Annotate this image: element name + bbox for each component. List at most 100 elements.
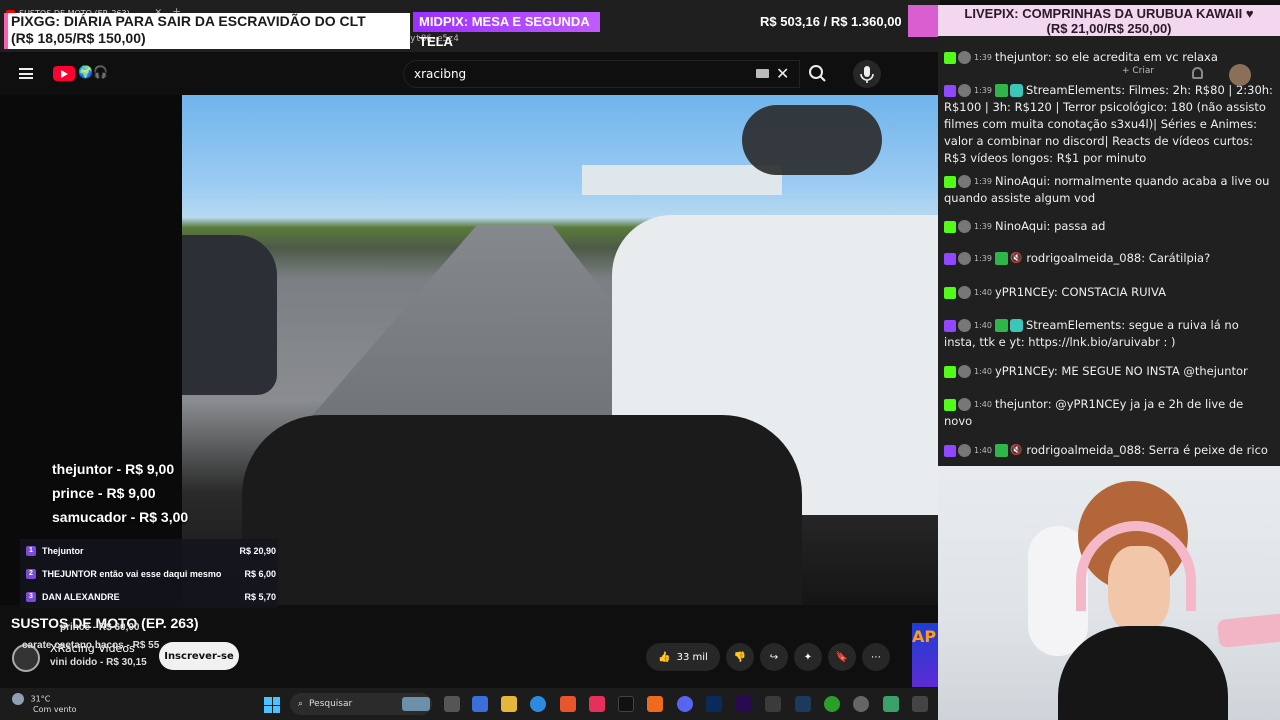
save-button[interactable]: 🔖 — [828, 643, 856, 671]
rank-value: R$ 20,90 — [239, 545, 276, 556]
app-icon[interactable] — [589, 696, 605, 712]
discord-icon[interactable] — [677, 696, 693, 712]
ranking-row: 3 DAN ALEXANDRE R$ 5,70 — [20, 585, 278, 608]
share-button[interactable]: ↪ — [760, 643, 788, 671]
chat-text: CONSTACIA RUIVA — [1061, 285, 1166, 299]
donor-line: prince - R$ 9,00 — [52, 485, 156, 501]
clear-search-icon[interactable]: ✕ — [776, 64, 789, 83]
chat-message: 1:40 thejuntor: @yPR1NCEy ja ja e 2h de l… — [944, 397, 1244, 428]
chat-username[interactable]: thejuntor — [995, 50, 1048, 64]
taskbar-search-icon: ⌕ — [298, 699, 304, 709]
rank-name: THEJUNTOR então vai esse daqui mesmo — [42, 568, 222, 579]
chat-text: ME SEGUE NO INSTA @thejuntor — [1061, 364, 1248, 378]
logo-emoji-icon: 🌍🎧 — [78, 65, 108, 79]
voice-search-button[interactable] — [853, 60, 881, 88]
premiere-icon[interactable] — [736, 696, 752, 712]
moderator-badge-icon — [994, 84, 1008, 97]
create-button[interactable]: + Criar — [1122, 66, 1154, 76]
chat-username[interactable]: yPR1NCEy — [995, 364, 1054, 378]
twitch-platform-icon — [944, 252, 956, 265]
search-button[interactable] — [800, 60, 836, 88]
keyboard-icon[interactable] — [756, 69, 769, 78]
video-actions: 👍 33 mil 👎 ↪ ✦ 🔖 ⋯ — [646, 643, 890, 671]
video-frame[interactable] — [182, 95, 938, 605]
user-avatar-icon — [958, 286, 971, 299]
app-dark-icon[interactable] — [912, 696, 928, 712]
like-button[interactable]: 👍 33 mil — [646, 643, 720, 671]
store-icon[interactable] — [472, 696, 488, 712]
rank-value: R$ 5,70 — [244, 591, 276, 602]
dislike-button[interactable]: 👎 — [726, 643, 754, 671]
task-view-icon[interactable] — [444, 696, 460, 712]
user-avatar-icon — [958, 365, 971, 378]
chat-text: so ele acredita em vc relaxa — [1055, 50, 1218, 64]
chat-username[interactable]: NinoAqui — [995, 174, 1047, 188]
weather-icon — [12, 693, 24, 705]
chat-timestamp: 1:39 — [974, 222, 992, 231]
rank-number: 3 — [26, 591, 36, 602]
chat-username[interactable]: yPR1NCEy — [995, 285, 1054, 299]
chat-username[interactable]: NinoAqui — [995, 219, 1047, 233]
donor-ranking: 1 Thejuntor R$ 20,90 2 THEJUNTOR então v… — [20, 539, 278, 608]
windows-taskbar: 31°C Com vento ⌕ Pesquisar — [0, 688, 938, 720]
twitch-platform-icon — [944, 444, 956, 457]
more-actions-button[interactable]: ⋯ — [862, 643, 890, 671]
windows-start-icon[interactable] — [264, 697, 280, 713]
search-input[interactable]: xracibng — [403, 60, 800, 88]
brave-icon[interactable] — [560, 696, 576, 712]
webcam-microphone — [1216, 611, 1280, 649]
app-gray-icon[interactable] — [765, 696, 781, 712]
chat-username[interactable]: rodrigoalmeida_088 — [1026, 251, 1141, 265]
weather-condition: Com vento — [33, 705, 77, 714]
account-avatar[interactable] — [1229, 64, 1251, 86]
photoshop-icon[interactable] — [706, 696, 722, 712]
chat-timestamp: 1:40 — [974, 288, 992, 297]
chat-timestamp: 1:40 — [974, 321, 992, 330]
chat-message: 1:39 NinoAqui: passa ad — [944, 218, 1274, 235]
chat-username[interactable]: thejuntor — [995, 397, 1048, 411]
video-player[interactable]: thejuntor - R$ 9,00 prince - R$ 9,00 sam… — [0, 95, 938, 608]
subscribe-button[interactable]: Inscrever-se — [159, 642, 239, 670]
youtube-logo-icon[interactable] — [53, 66, 75, 81]
kick-platform-icon — [944, 398, 956, 411]
pixgg-goal-amount: (R$ 18,05/R$ 150,00) — [11, 30, 146, 46]
chat-username[interactable]: rodrigoalmeida_088 — [1026, 443, 1141, 457]
chat-timestamp: 1:39 — [974, 53, 992, 62]
user-avatar-icon — [958, 51, 971, 64]
rank-number: 1 — [26, 545, 36, 556]
chat-username[interactable]: StreamElements — [1026, 318, 1121, 332]
obs-icon[interactable] — [853, 696, 869, 712]
steam-icon[interactable] — [795, 696, 811, 712]
chat-message: 1:39 🔇 rodrigoalmeida_088: Carátilpia? — [944, 250, 1274, 267]
weather-widget[interactable]: 31°C Com vento — [12, 693, 77, 715]
rank-value: R$ 6,00 — [244, 568, 276, 579]
explorer-icon[interactable] — [501, 696, 517, 712]
recent-donors: thejuntor - R$ 9,00 prince - R$ 9,00 sam… — [52, 457, 188, 529]
chrome-icon[interactable] — [530, 696, 546, 712]
chat-timestamp: 1:40 — [974, 400, 992, 409]
notifications-bell-icon[interactable] — [1192, 67, 1203, 79]
more-icon: ⋯ — [871, 651, 881, 663]
like-count: 33 mil — [676, 651, 708, 663]
xbox-icon[interactable] — [824, 696, 840, 712]
livepix-goal-amount: (R$ 21,00/R$ 250,00) — [1046, 21, 1172, 36]
tiktok-icon[interactable] — [618, 696, 634, 712]
sparkle-icon: ✦ — [803, 651, 813, 663]
taskbar-search[interactable]: ⌕ Pesquisar — [290, 693, 432, 715]
ad-thumbnail[interactable]: AP — [912, 623, 938, 687]
ad-thumbnail-text: AP — [912, 627, 937, 646]
menu-icon[interactable] — [19, 68, 33, 79]
kick-platform-icon — [944, 365, 956, 378]
chat-username[interactable]: StreamElements — [1026, 83, 1121, 97]
kick-platform-icon — [944, 286, 956, 299]
donor-scroll-line: prince - R$ 60,00 — [60, 622, 140, 633]
chat-panel[interactable]: 1:39 thejuntor: so ele acredita em vc rel… — [938, 36, 1280, 466]
app-green-icon[interactable] — [883, 696, 899, 712]
app-orange-icon[interactable] — [647, 696, 663, 712]
ranking-row: 1 Thejuntor R$ 20,90 — [20, 539, 278, 562]
youtube-header: 🌍🎧 xracibng ✕ — [0, 52, 938, 95]
bookmark-icon: 🔖 — [835, 651, 849, 663]
livepix-goal-title: LIVEPIX: COMPRINHAS DA URUBUA KAWAII ♥ — [964, 6, 1254, 21]
ask-button[interactable]: ✦ — [794, 643, 822, 671]
pixgg-goal-title: PIXGG: DIÁRIA PARA SAIR DA ESCRAVIDÃO DO… — [11, 13, 366, 29]
